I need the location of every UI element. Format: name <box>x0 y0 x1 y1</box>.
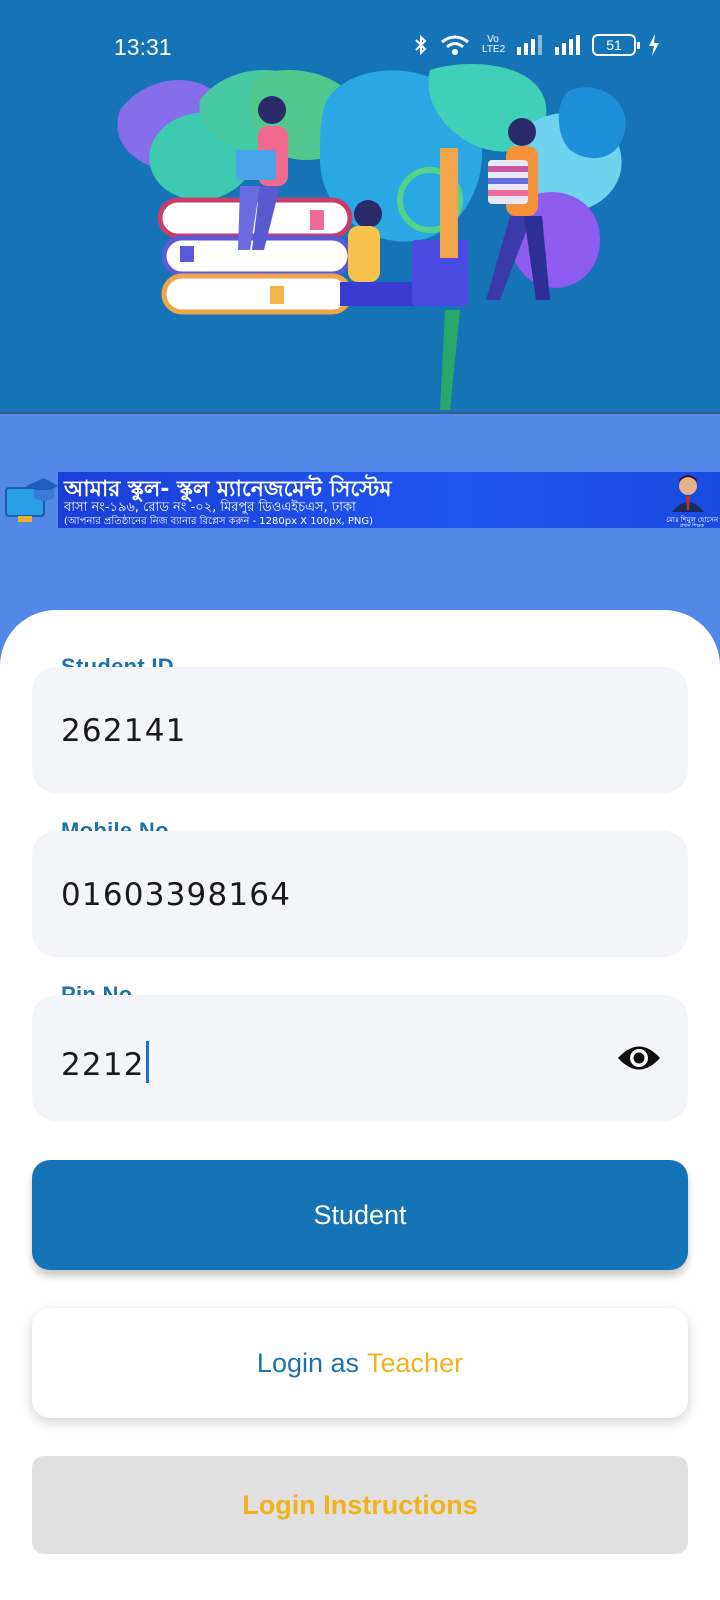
status-bar: 13:31 Vo LTE2 51 <box>0 0 720 96</box>
student-id-field[interactable]: 262141 <box>32 667 688 793</box>
battery-icon: 51 <box>592 34 640 56</box>
hero-divider <box>0 412 720 414</box>
hero-illustration-area: 13:31 Vo LTE2 51 <box>0 0 720 414</box>
banner-person-role: প্রধান শিক্ষক <box>679 523 704 529</box>
signal-icon <box>517 35 542 55</box>
student-login-button[interactable]: Student <box>32 1160 688 1270</box>
status-time: 13:31 <box>114 34 172 60</box>
eye-icon[interactable] <box>616 1041 662 1075</box>
school-banner: আমার স্কুল- স্কুল ম্যানেজমেন্ট সিস্টেম ব… <box>0 470 720 530</box>
login-as-teacher-button[interactable]: Login as Teacher <box>32 1308 688 1418</box>
login-instructions-button[interactable]: Login Instructions <box>32 1456 688 1554</box>
battery-level: 51 <box>606 37 622 53</box>
charging-icon <box>649 34 659 56</box>
pin-value: 2212 <box>61 1047 145 1083</box>
student-id-value: 262141 <box>61 713 187 749</box>
mobile-value: 01603398164 <box>61 877 292 913</box>
banner-strip: আমার স্কুল- স্কুল ম্যানেজমেন্ট সিস্টেম ব… <box>58 472 720 529</box>
login-as-label: Login as <box>256 1347 360 1378</box>
wifi-icon <box>441 35 469 55</box>
bluetooth-icon <box>415 34 427 56</box>
signal-icon <box>555 35 580 55</box>
volte-icon: Vo LTE2 <box>482 34 506 55</box>
banner-note: (আপনার প্রতিষ্ঠানের নিজ ব্যানার রিপ্লেস … <box>64 516 374 527</box>
text-caret <box>145 1041 149 1083</box>
mobile-field[interactable]: 01603398164 <box>32 831 688 957</box>
status-icons: Vo LTE2 51 <box>414 34 660 56</box>
teacher-label: Teacher <box>367 1347 464 1378</box>
graduation-cap-icon <box>5 478 58 522</box>
pin-value-wrap: 2212 <box>61 1041 149 1083</box>
pin-field[interactable]: 2212 <box>32 995 688 1121</box>
